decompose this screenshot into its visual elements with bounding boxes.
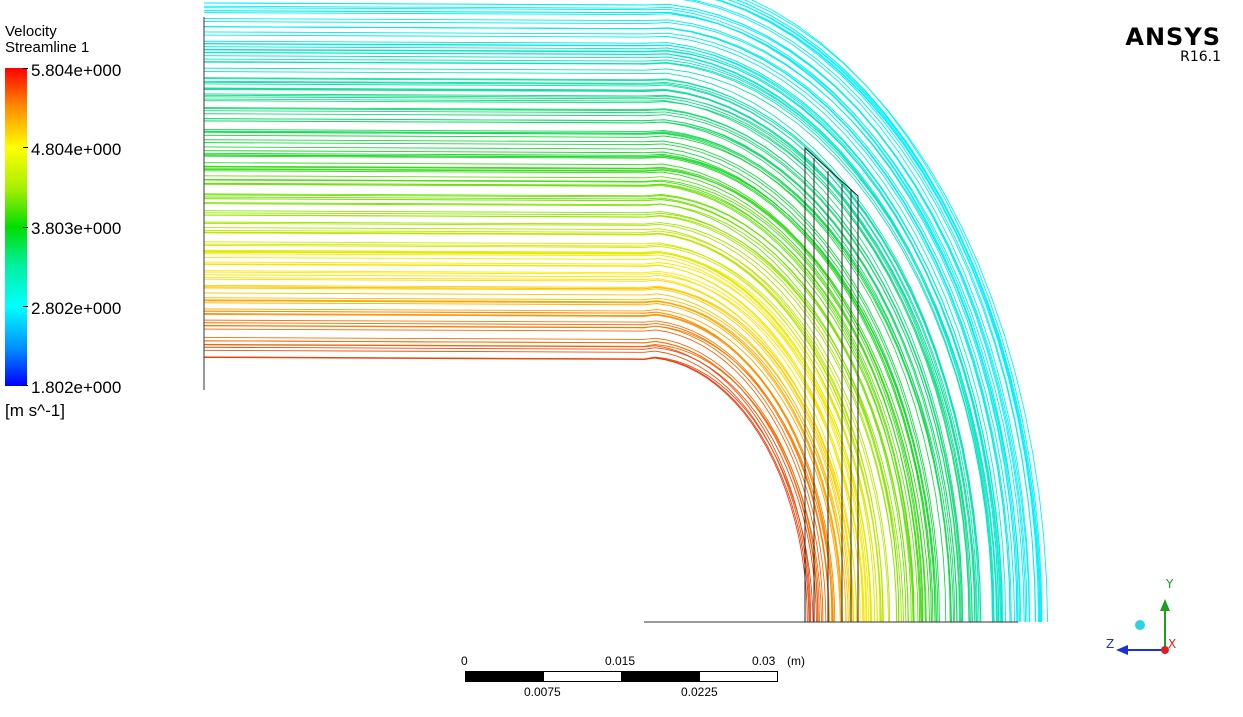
streamline — [203, 337, 820, 623]
triad-sphere — [1135, 620, 1145, 630]
streamline — [203, 349, 811, 623]
scale-segment-3 — [621, 671, 700, 682]
streamline — [203, 356, 814, 623]
streamline — [203, 286, 858, 623]
streamline — [203, 232, 881, 623]
streamline — [203, 322, 830, 623]
streamlines — [203, 0, 1049, 623]
scale-segment-1 — [465, 671, 544, 682]
streamline — [203, 250, 869, 623]
streamline — [203, 155, 932, 623]
streamline — [203, 253, 868, 623]
scale-label: 0 — [461, 654, 468, 668]
z-arrowhead — [1116, 645, 1128, 655]
streamline — [203, 263, 861, 623]
streamline — [203, 356, 810, 623]
streamline — [203, 120, 951, 623]
streamline — [203, 325, 834, 623]
streamline — [203, 52, 993, 623]
streamline — [203, 313, 836, 623]
streamline — [203, 308, 841, 623]
scale-unit: (m) — [787, 654, 805, 668]
axis-triad[interactable] — [1100, 585, 1190, 675]
streamline — [203, 212, 904, 623]
streamline — [203, 313, 834, 623]
streamline — [203, 324, 827, 623]
streamline — [203, 146, 936, 623]
streamline — [203, 340, 819, 623]
streamline — [203, 231, 881, 623]
3d-viewport[interactable] — [0, 0, 1243, 717]
scale-segment-4 — [699, 671, 778, 682]
streamline — [203, 134, 952, 623]
triad-x-label: X — [1168, 637, 1177, 651]
streamline — [203, 340, 819, 623]
streamline — [203, 286, 854, 623]
scale-label: 0.0225 — [681, 685, 718, 699]
streamline — [203, 284, 852, 623]
triad-z-label: Z — [1106, 637, 1115, 651]
streamline — [203, 299, 843, 623]
streamline — [203, 328, 824, 623]
y-arrowhead — [1160, 599, 1170, 611]
scale-segment-2 — [543, 671, 622, 682]
streamline — [203, 196, 907, 623]
scale-label: 0.015 — [605, 654, 636, 668]
scale-label: 0.0075 — [524, 685, 561, 699]
triad-y-label: Y — [1166, 577, 1174, 591]
scale-label: 0.03 — [752, 654, 776, 668]
streamline — [203, 319, 830, 623]
streamline — [203, 357, 808, 623]
streamline — [203, 343, 823, 623]
